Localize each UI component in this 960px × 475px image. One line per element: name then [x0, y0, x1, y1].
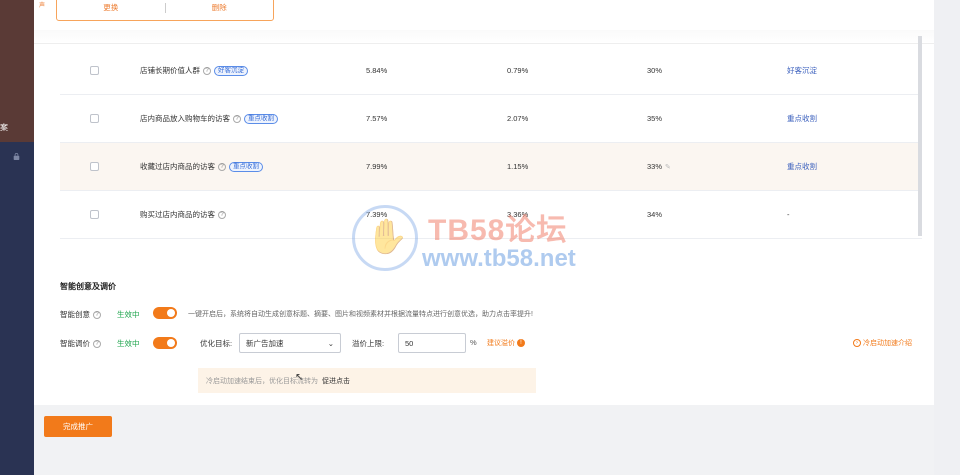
creative-status: 生效中: [117, 310, 140, 319]
lock-icon: [13, 153, 20, 160]
audience-name: 店内商品放入购物车的访客: [140, 114, 230, 123]
audience-tag: 重点收割: [229, 161, 263, 172]
audience-name: 店铺长期价值人群: [140, 66, 200, 75]
metric-3: 35%: [647, 114, 663, 123]
delete-button[interactable]: 删除: [166, 2, 274, 13]
audience-tag: 好客沉淀: [214, 65, 248, 76]
cap-label: 溢价上限:: [352, 339, 385, 348]
help-icon[interactable]: ?: [218, 210, 226, 219]
row-action-link[interactable]: 好客沉淀: [787, 65, 817, 76]
table-row: 店内商品放入购物车的访客? 重点收割 7.57% 2.07% 35% 重点收割: [60, 95, 922, 143]
help-icon[interactable]: ?: [203, 66, 211, 75]
edit-icon[interactable]: ✎: [665, 163, 671, 171]
table-header-shadow: [34, 30, 934, 44]
section-title: 智能创意及调价: [60, 282, 116, 291]
row-checkbox[interactable]: [90, 210, 99, 219]
audience-name: 购买过店内商品的访客: [140, 210, 215, 219]
metric-3: 34%: [647, 210, 663, 219]
mouse-cursor-icon: ↖: [295, 372, 304, 383]
footer-area: [34, 405, 934, 475]
creative-label: 智能创意: [60, 310, 90, 319]
metric-2: 1.15%: [507, 162, 529, 171]
audience-name: 收藏过店内商品的访客: [140, 162, 215, 171]
row-action-link[interactable]: 重点收割: [787, 113, 817, 124]
creative-action-group: 更换 删除: [56, 0, 274, 21]
creative-description: 一键开启后，系统将自动生成创意标题、摘要、图片和视频素材并根据流量特点进行创意优…: [188, 311, 533, 318]
finish-button[interactable]: 完成推广: [44, 416, 112, 437]
notice-target: 促进点击: [322, 377, 350, 385]
replace-button[interactable]: 更换: [57, 2, 165, 13]
metric-2: 0.79%: [507, 66, 529, 75]
table-row: 店铺长期价值人群? 好客沉淀 5.84% 0.79% 30% 好客沉淀: [60, 47, 922, 95]
price-status: 生效中: [117, 339, 140, 348]
suggest-link[interactable]: 建议溢价: [487, 338, 515, 348]
help-icon[interactable]: ?: [233, 114, 241, 123]
help-icon[interactable]: ?: [93, 310, 101, 319]
cap-unit: %: [470, 338, 477, 347]
target-value: 新广告加速: [246, 338, 284, 348]
help-icon[interactable]: ?: [93, 339, 101, 348]
row-checkbox[interactable]: [90, 66, 99, 75]
help-icon[interactable]: ?: [218, 162, 226, 171]
cap-input[interactable]: 50: [398, 333, 466, 353]
watermark: ✋ TB58论坛 www.tb58.net: [352, 205, 612, 275]
notice-banner: 冷启动加速结束后，优化目标流转为 促进点击: [198, 368, 536, 393]
table-scrollbar[interactable]: [918, 36, 922, 236]
table-row: 收藏过店内商品的访客? 重点收割 7.99% 1.15% 33% ✎ 重点收割: [60, 143, 922, 191]
chevron-down-icon: ⌄: [327, 338, 334, 348]
row-checkbox[interactable]: [90, 162, 99, 171]
target-select[interactable]: 新广告加速 ⌄: [239, 333, 341, 353]
metric-3: 33%: [647, 162, 663, 171]
price-label: 智能调价: [60, 339, 90, 348]
target-label: 优化目标:: [200, 339, 233, 348]
watermark-url: www.tb58.net: [422, 245, 576, 272]
row-action-text: -: [787, 210, 790, 219]
price-toggle[interactable]: [153, 337, 177, 349]
hand-icon: ✋: [366, 218, 409, 256]
metric-1: 7.57%: [366, 114, 388, 123]
creative-toggle[interactable]: [153, 307, 177, 319]
row-action-link[interactable]: 重点收割: [787, 161, 817, 172]
warning-icon: !: [517, 339, 525, 347]
metric-2: 2.07%: [507, 114, 529, 123]
metric-3: 30%: [647, 66, 663, 75]
sidebar-label[interactable]: 案: [0, 122, 8, 133]
intro-link[interactable]: 冷启动加速介绍: [863, 338, 912, 348]
play-icon: ›: [853, 339, 861, 347]
left-sidebar: 案: [0, 0, 34, 475]
top-fragment-label: 声: [39, 3, 46, 9]
audience-tag: 重点收割: [244, 113, 278, 124]
metric-1: 5.84%: [366, 66, 388, 75]
metric-1: 7.99%: [366, 162, 388, 171]
row-checkbox[interactable]: [90, 114, 99, 123]
watermark-title: TB58论坛: [428, 214, 568, 247]
sidebar-header-block: [0, 0, 34, 142]
